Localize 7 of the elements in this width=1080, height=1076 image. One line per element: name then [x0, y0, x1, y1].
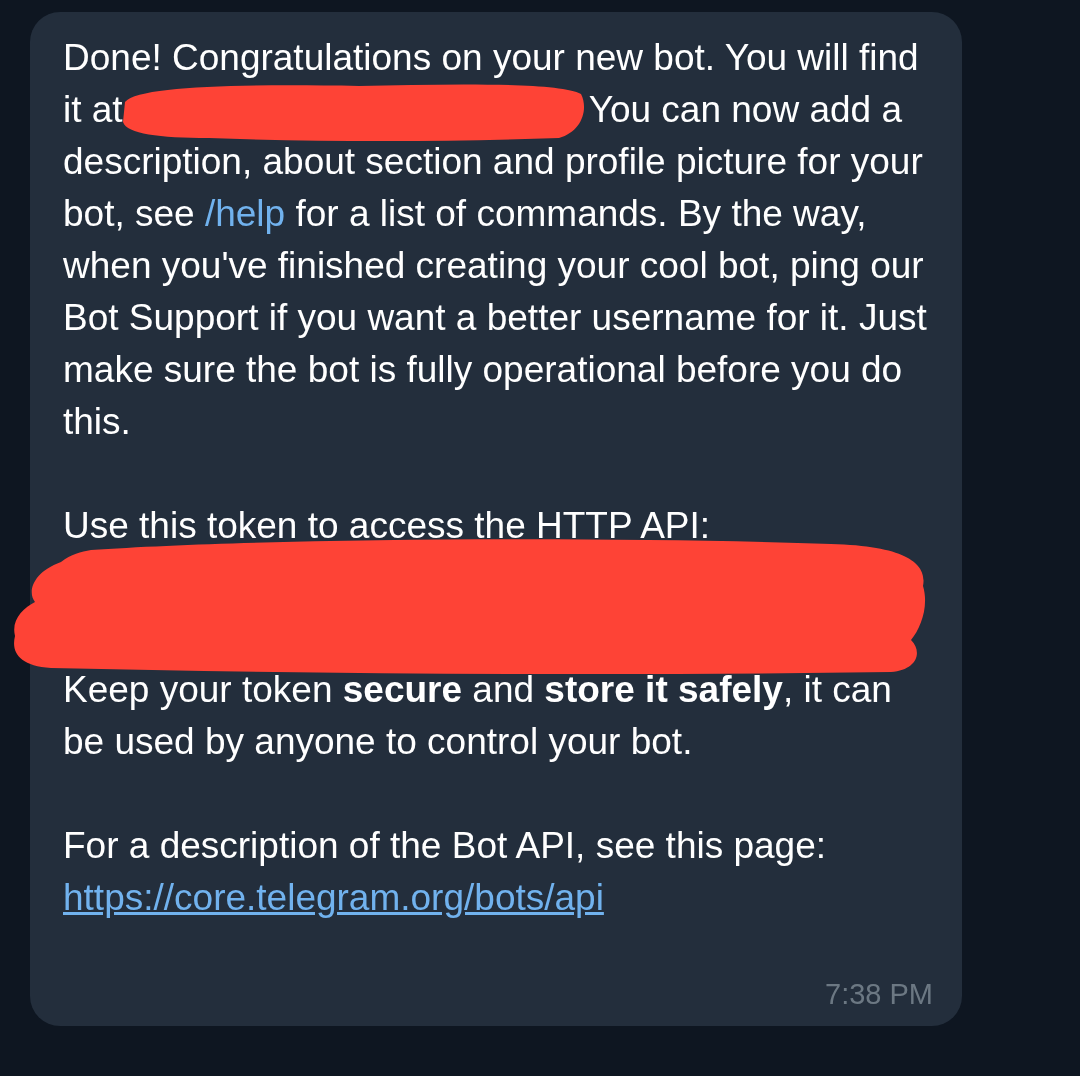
message-text: Use this token to access the HTTP API: [63, 504, 712, 548]
message-text: For a description of the Bot API, see this page: https://core.telegram.org/bots/api [63, 824, 828, 920]
message-time: 7:38 PM [825, 978, 933, 1010]
message-text: Keep your token secure and store it safely, it can be used by anyone to control your bot. [63, 668, 893, 764]
link[interactable]: https://core.telegram.org/bots/api [63, 877, 604, 918]
message-text: Done! Congratulations on your new bot. You will find it at You can now add a description, about section and profile picture for your bot, see /help for a list of commands. By the way, when you've finished creating your cool bot, ping our Bot Support if you want a better username for it. Just make sure the bot is fully operational before you do this. [63, 36, 928, 444]
link[interactable]: /help [204, 193, 286, 234]
